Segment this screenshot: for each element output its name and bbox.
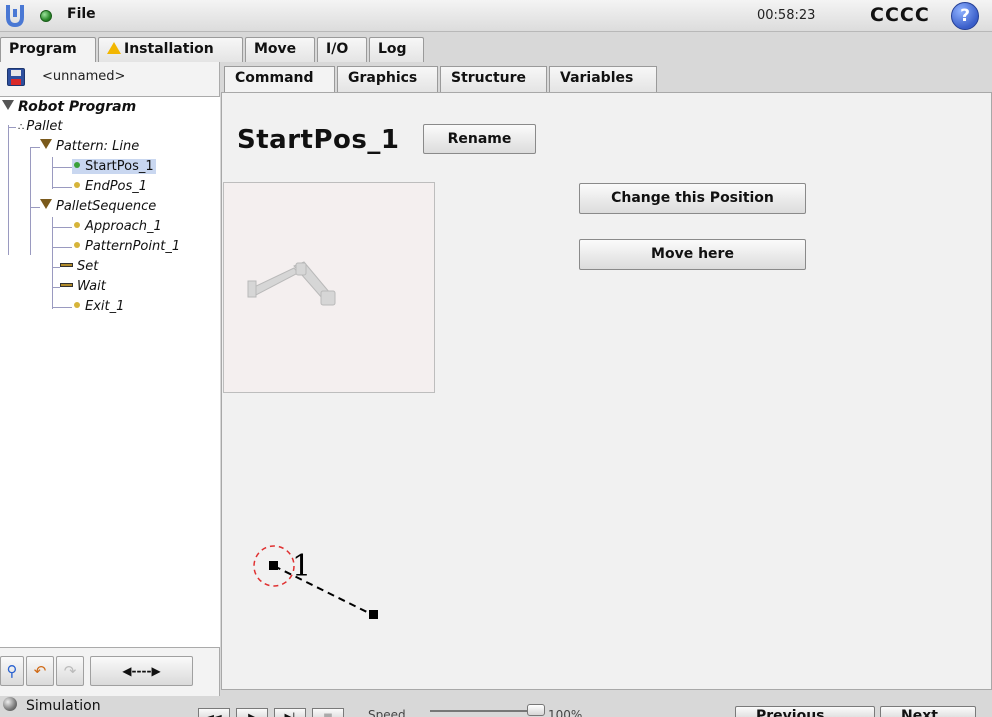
ur-logo-icon — [6, 5, 24, 28]
waypoint-icon — [74, 182, 80, 188]
robot-status-icon[interactable] — [40, 10, 52, 22]
bottom-bar: Simulation ◄◄ ▶ ▶| ■ Speed 100% Previous… — [0, 696, 992, 717]
tree-item-startpos[interactable]: StartPos_1 — [72, 159, 156, 174]
tree-item-pattern-line[interactable]: Pattern: Line — [40, 139, 139, 154]
simulation-label: Simulation — [26, 698, 101, 714]
simulation-icon[interactable] — [3, 697, 17, 711]
speed-slider-track[interactable] — [430, 710, 530, 712]
pallet-icon: ∴ — [18, 122, 24, 133]
collapse-triangle-icon — [40, 139, 52, 149]
previous-label: Previous — [756, 708, 825, 717]
collapse-triangle-icon — [2, 100, 14, 110]
change-position-button[interactable]: Change this Position — [579, 183, 806, 214]
tree-item-label: Robot Program — [18, 99, 137, 115]
save-icon[interactable] — [7, 68, 25, 86]
help-icon[interactable]: ? — [951, 2, 979, 30]
tab-move[interactable]: Move — [245, 37, 315, 62]
program-tree: Robot Program ∴ Pallet Pattern: Line Star… — [0, 96, 220, 648]
waypoint-icon — [74, 162, 80, 168]
pattern-diagram: 1 — [253, 545, 378, 619]
step-button[interactable]: ▶| — [274, 708, 306, 717]
program-file-row: <unnamed> — [0, 62, 220, 92]
tree-item-label: PalletSequence — [56, 199, 157, 214]
tab-log[interactable]: Log — [369, 37, 424, 62]
move-node-button[interactable]: ◀----▶ — [90, 656, 193, 686]
stop-button[interactable]: ■ — [312, 708, 344, 717]
skip-back-button[interactable]: ◄◄ — [198, 708, 230, 717]
tab-graphics[interactable]: Graphics — [337, 66, 438, 92]
tree-item-label: Wait — [77, 279, 106, 294]
tree-item-pallet[interactable]: ∴ Pallet — [18, 119, 63, 134]
program-tree-panel: <unnamed> Robot Program ∴ Pallet Pattern:… — [0, 62, 220, 696]
tab-structure[interactable]: Structure — [440, 66, 547, 92]
tab-installation[interactable]: Installation — [98, 37, 243, 62]
waypoint-icon — [74, 242, 80, 248]
file-menu[interactable]: File — [67, 6, 96, 22]
waypoint-icon — [74, 302, 80, 308]
search-icon[interactable]: ⚲ — [0, 656, 24, 686]
tree-item-pattern-point[interactable]: PatternPoint_1 — [74, 239, 180, 254]
position-title: StartPos_1 — [237, 125, 400, 155]
top-bar: File 00:58:23 CCCC ? — [0, 0, 992, 32]
tree-item-label: StartPos_1 — [85, 159, 154, 174]
next-label: Next — [901, 708, 938, 717]
tree-item-label: Exit_1 — [85, 299, 125, 314]
speed-slider-handle[interactable] — [527, 704, 545, 716]
tree-item-label: EndPos_1 — [85, 179, 148, 194]
tree-item-label: Set — [77, 259, 99, 274]
speed-value: 100% — [548, 708, 583, 717]
tree-item-pallet-sequence[interactable]: PalletSequence — [40, 199, 156, 214]
pattern-line — [273, 565, 374, 616]
tree-toolbar: ⚲ ↶ ↷ ◀----▶ — [0, 654, 220, 688]
tree-item-approach[interactable]: Approach_1 — [74, 219, 162, 234]
robot-name: CCCC — [870, 4, 930, 26]
move-here-button[interactable]: Move here — [579, 239, 806, 270]
next-button[interactable]: Next — [880, 706, 976, 717]
tree-item-label: PatternPoint_1 — [85, 239, 181, 254]
play-button[interactable]: ▶ — [236, 708, 268, 717]
program-file-name: <unnamed> — [42, 69, 126, 84]
command-panel: StartPos_1 Rename Change this Position M… — [221, 92, 992, 690]
pattern-point-label: 1 — [292, 549, 311, 584]
warning-icon — [107, 42, 121, 54]
tree-item-robot-program[interactable]: Robot Program — [2, 99, 136, 115]
main-tabs: Program Installation Move I/O Log — [0, 32, 992, 63]
undo-icon[interactable]: ↶ — [26, 656, 54, 686]
speed-label: Speed — [368, 708, 406, 717]
wait-icon — [60, 283, 73, 287]
tree-item-label: Pallet — [26, 119, 63, 134]
tree-item-label: Pattern: Line — [56, 139, 140, 154]
robot-preview — [223, 182, 435, 393]
tree-item-set[interactable]: Set — [60, 259, 98, 274]
clock: 00:58:23 — [757, 8, 816, 23]
tab-io[interactable]: I/O — [317, 37, 367, 62]
pattern-start-point[interactable] — [269, 561, 278, 570]
pattern-end-point[interactable] — [369, 610, 378, 619]
tree-item-wait[interactable]: Wait — [60, 279, 106, 294]
tab-command[interactable]: Command — [224, 66, 335, 92]
collapse-triangle-icon — [40, 199, 52, 209]
tree-item-label: Approach_1 — [85, 219, 162, 234]
previous-button[interactable]: Previous — [735, 706, 875, 717]
robot-arm-image — [247, 261, 336, 306]
waypoint-icon — [74, 222, 80, 228]
sub-tabs: Command Graphics Structure Variables — [221, 66, 992, 92]
tree-item-endpos[interactable]: EndPos_1 — [74, 179, 147, 194]
tab-variables[interactable]: Variables — [549, 66, 657, 92]
redo-icon[interactable]: ↷ — [56, 656, 84, 686]
tree-item-exit[interactable]: Exit_1 — [74, 299, 124, 314]
tab-installation-label: Installation — [124, 41, 214, 57]
set-icon — [60, 263, 73, 267]
rename-button[interactable]: Rename — [423, 124, 536, 154]
tab-program[interactable]: Program — [0, 37, 96, 63]
